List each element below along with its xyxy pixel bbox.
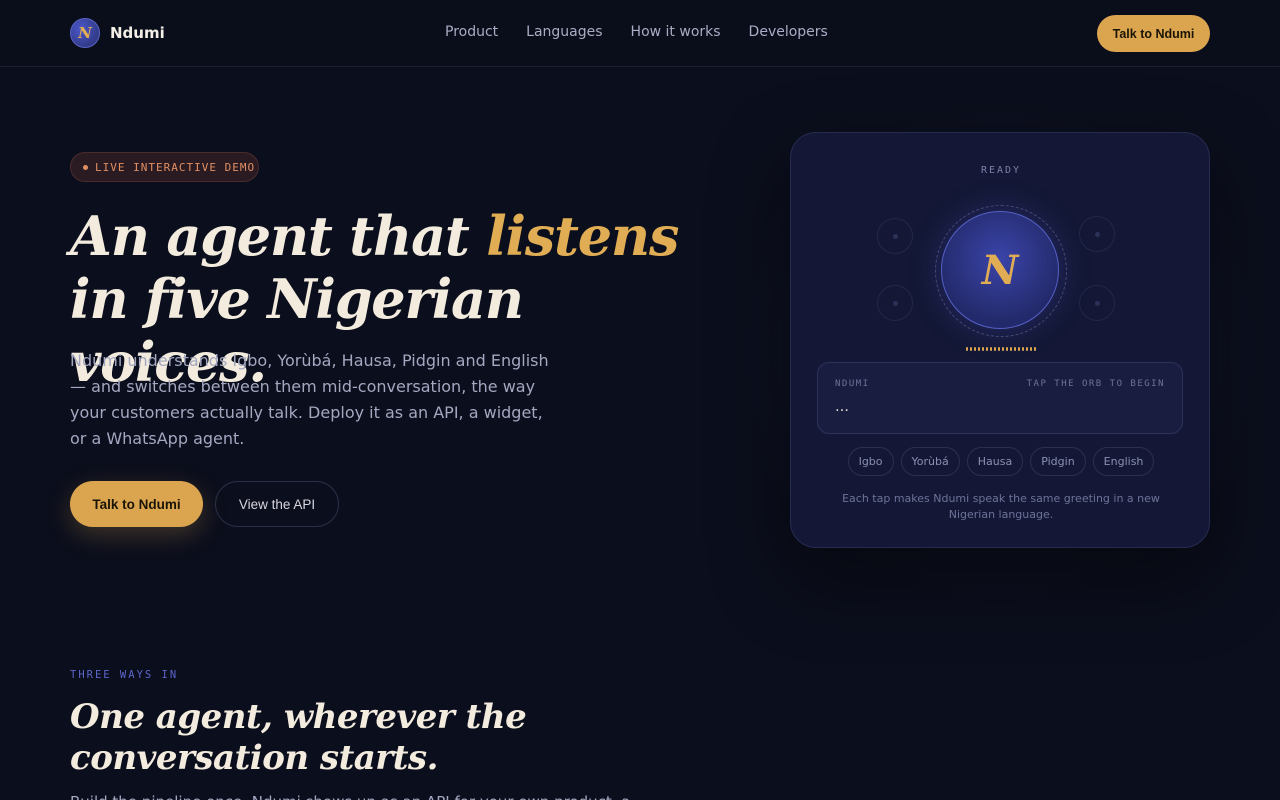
voice-node-icon [877, 218, 913, 254]
demo-status: READY [980, 165, 1022, 176]
language-chip-yoruba[interactable]: Yorùbá [900, 447, 960, 476]
voice-node-icon [1079, 216, 1115, 252]
section-title-line2: conversation starts. [70, 738, 438, 778]
language-chip-pidgin[interactable]: Pidgin [1030, 447, 1086, 476]
brand-name: Ndumi [110, 24, 165, 42]
transcript-text: … [835, 399, 849, 415]
nav-link-how-it-works[interactable]: How it works [631, 24, 721, 40]
brand-logo-icon: N [70, 18, 100, 48]
demo-card: READY N NDUMI TAP THE ORB TO BEGIN … Igb… [790, 132, 1210, 548]
language-chip-igbo[interactable]: Igbo [847, 447, 894, 476]
nav-link-languages[interactable]: Languages [526, 24, 602, 40]
section-title: One agent, wherever the conversation star… [70, 697, 630, 779]
section-description: Build the pipeline once. Ndumi shows up … [70, 790, 631, 800]
voice-node-icon [1079, 285, 1115, 321]
talk-to-ndumi-button[interactable]: Talk to Ndumi [70, 481, 203, 527]
demo-caption: Each tap makes Ndumi speak the same gree… [842, 492, 1160, 521]
badge-label: LIVE INTERACTIVE DEMO [95, 160, 256, 174]
view-api-button[interactable]: View the API [215, 481, 339, 527]
header-talk-button[interactable]: Talk to Ndumi [1097, 15, 1210, 52]
transcript-box: NDUMI TAP THE ORB TO BEGIN … [817, 362, 1183, 434]
voice-node-icon [877, 285, 913, 321]
language-chip-hausa[interactable]: Hausa [966, 447, 1024, 476]
main-nav: Product Languages How it works Developer… [445, 24, 828, 40]
section-eyebrow: THREE WAYS IN [70, 669, 179, 681]
nav-link-developers[interactable]: Developers [749, 24, 828, 40]
transcript-speaker: NDUMI [835, 379, 870, 389]
hero-description: Ndumi understands Igbo, Yorùbá, Hausa, P… [70, 351, 549, 448]
voice-orb-button[interactable]: N [941, 211, 1059, 329]
language-chips: Igbo Yorùbá Hausa Pidgin English [791, 447, 1211, 476]
hero-title-part1: An agent that [70, 204, 487, 268]
brand[interactable]: N Ndumi [70, 18, 165, 48]
language-chip-english[interactable]: English [1092, 447, 1155, 476]
transcript-hint: TAP THE ORB TO BEGIN [1026, 379, 1165, 389]
site-header: N Ndumi Product Languages How it works D… [0, 0, 1280, 67]
waveform-icon [966, 347, 1036, 351]
nav-link-product[interactable]: Product [445, 24, 498, 40]
status-dot-icon [83, 164, 88, 170]
live-demo-badge: LIVE INTERACTIVE DEMO [70, 152, 259, 182]
hero-title-accent: listens [486, 204, 679, 268]
section-title-line1: One agent, wherever the [70, 697, 527, 737]
